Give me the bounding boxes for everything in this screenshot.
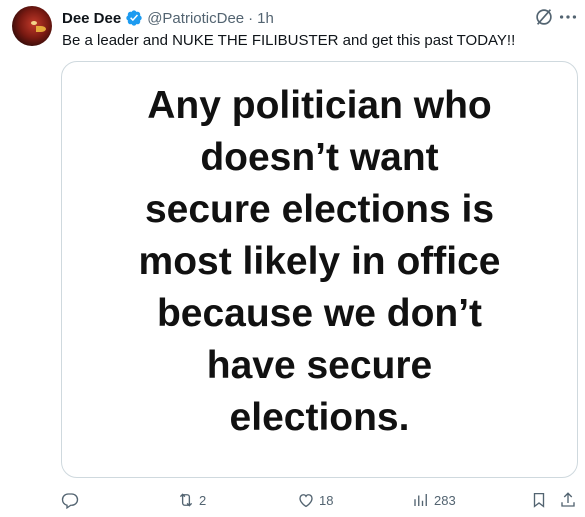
image-text-line: Any politician who <box>147 84 492 127</box>
share-button[interactable] <box>559 488 577 512</box>
views-icon <box>414 494 427 506</box>
grok-icon[interactable] <box>533 6 555 28</box>
avatar-eye <box>31 21 37 25</box>
author-name[interactable]: Dee Dee <box>62 10 121 27</box>
image-text-line: because we don’t <box>156 292 483 335</box>
retweet-icon <box>179 493 193 507</box>
verified-badge-icon <box>126 10 142 26</box>
image-text-line: elections. <box>229 396 410 439</box>
retweet-count: 2 <box>199 492 207 508</box>
views-count: 283 <box>434 492 456 508</box>
bookmark-button[interactable] <box>530 488 548 512</box>
avatar-beak <box>36 26 46 32</box>
author-handle[interactable]: @PatrioticDee <box>147 10 244 27</box>
image-text-line: have secure <box>206 344 433 387</box>
image-text-line: doesn’t want <box>200 136 439 179</box>
separator-dot: · <box>248 9 254 27</box>
like-icon <box>299 494 313 508</box>
reply-button[interactable] <box>61 488 83 512</box>
image-text-line: most likely in office <box>138 240 501 283</box>
share-icon <box>561 492 575 507</box>
tweet-header: Dee Dee @PatrioticDee · 1h <box>62 8 274 28</box>
action-bar: 2 18 283 <box>0 488 585 512</box>
bookmark-icon <box>533 492 545 508</box>
more-icon[interactable] <box>556 6 580 28</box>
image-text: Any politician who doesn’t want secure e… <box>62 80 577 444</box>
retweet-button[interactable]: 2 <box>177 488 206 512</box>
timestamp[interactable]: 1h <box>257 10 274 27</box>
image-text-line: secure elections is <box>144 188 495 231</box>
views-button[interactable]: 283 <box>412 488 456 512</box>
avatar[interactable] <box>12 6 52 46</box>
like-count: 18 <box>319 492 334 508</box>
tweet-image[interactable]: Any politician who doesn’t want secure e… <box>61 61 578 478</box>
like-button[interactable]: 18 <box>297 488 333 512</box>
tweet-text: Be a leader and NUKE THE FILIBUSTER and … <box>62 32 516 49</box>
reply-icon <box>61 493 79 509</box>
